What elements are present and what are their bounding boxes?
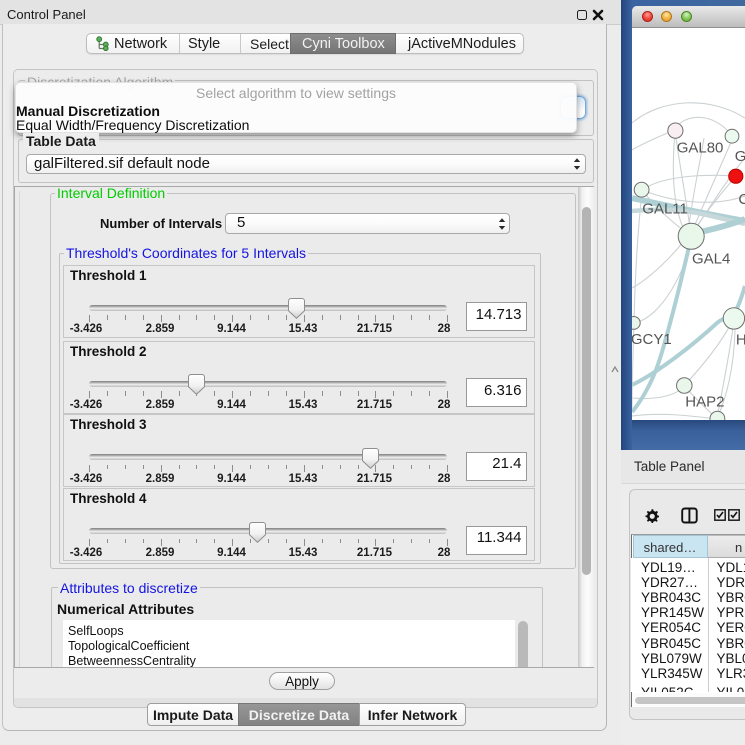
- svg-text:C: C: [738, 191, 745, 208]
- svg-text:H: H: [736, 332, 745, 349]
- svg-text:GCY1: GCY1: [632, 331, 672, 348]
- svg-text:GA: GA: [735, 148, 745, 165]
- svg-text:GAL11: GAL11: [642, 201, 688, 218]
- svg-text:GAL4: GAL4: [692, 251, 730, 268]
- svg-text:HAP2: HAP2: [685, 394, 724, 411]
- svg-text:GAL80: GAL80: [677, 140, 724, 157]
